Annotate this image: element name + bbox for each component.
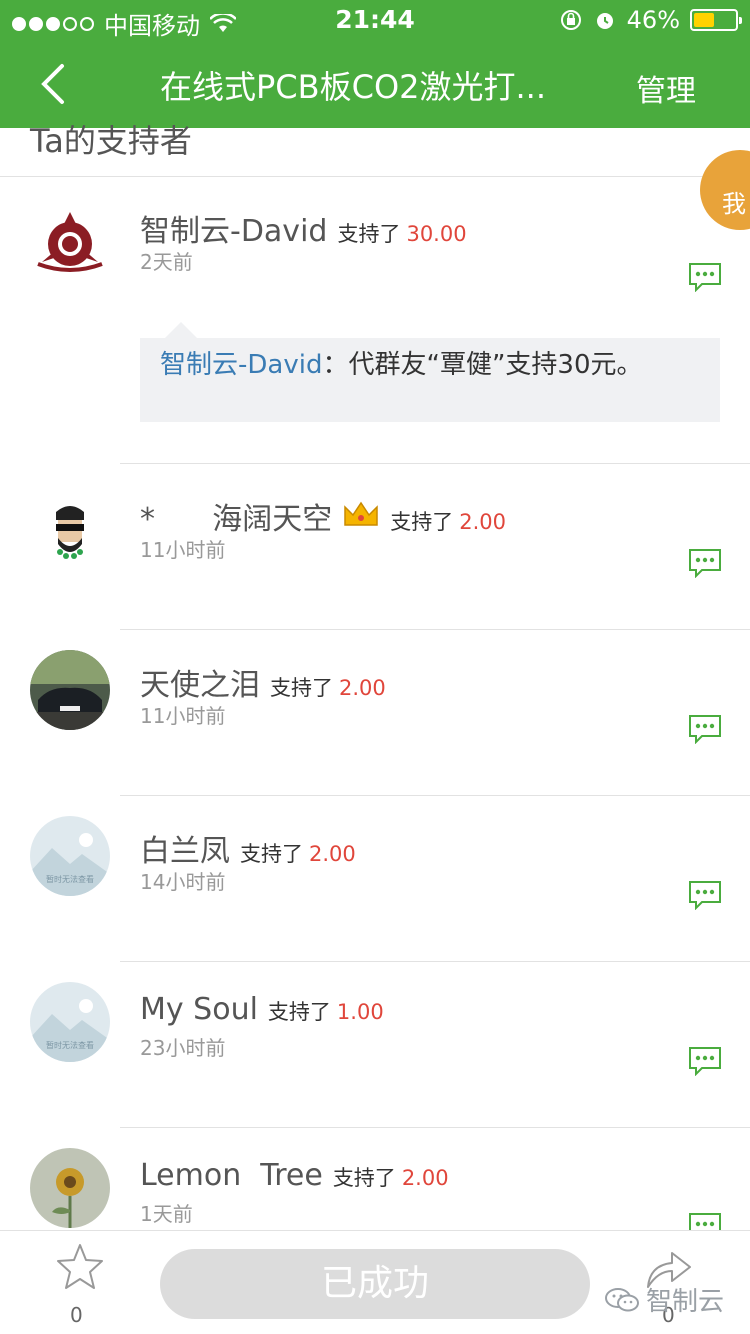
support-amount: 2.00 — [459, 510, 506, 534]
supporters-section-title: Ta的支持者 — [30, 122, 192, 160]
reply-box: 智制云-David：代群友“覃健”支持30元。 — [140, 338, 720, 422]
support-time: 23小时前 — [140, 1036, 226, 1060]
alarm-icon — [596, 13, 613, 29]
support-label: 支持了 — [270, 676, 333, 700]
battery-percent: 46% — [626, 6, 680, 34]
support-label: 支持了 — [332, 1166, 396, 1190]
supporter-row: 暂时无法查看 白兰凤 支持了 2.00 14小时前 — [0, 796, 750, 962]
nav-bar: 在线式PCB板CO2激光打... 管理 — [0, 40, 750, 128]
support-amount: 30.00 — [406, 222, 467, 246]
avatar[interactable]: 暂时无法查看 — [30, 982, 110, 1062]
supporter-row: * 海阔天空 支持了 2.00 11小时前 — [0, 464, 750, 630]
supporter-name[interactable]: 白兰凤 — [140, 826, 230, 870]
supporter-name-line: My Soul 支持了 1.00 — [140, 992, 384, 1027]
avatar[interactable] — [30, 494, 110, 574]
bottom-bar: 0 已成功 0 智制云 — [0, 1230, 750, 1334]
supporter-name-line: 智制云-David 支持了 30.00 — [140, 206, 467, 250]
comment-icon[interactable] — [688, 880, 722, 910]
support-label: 支持了 — [337, 222, 401, 246]
status-bar: 中国移动 21:44 46% — [0, 0, 750, 40]
supporter-name-line: * 海阔天空 支持了 2.00 — [140, 494, 506, 538]
wechat-icon — [605, 1287, 639, 1311]
support-time: 11小时前 — [140, 704, 226, 728]
supporter-name[interactable]: 天使之泪 — [140, 660, 260, 704]
supporter-name[interactable]: Lemon Tree — [140, 1158, 323, 1193]
watermark: 智制云 — [604, 1281, 724, 1318]
star-icon[interactable] — [54, 1241, 106, 1293]
supporter-name[interactable]: My Soul — [140, 992, 258, 1027]
reply-arrow — [165, 322, 197, 338]
comment-icon[interactable] — [688, 1046, 722, 1076]
page-title: 在线式PCB板CO2激光打... — [160, 68, 547, 106]
avatar[interactable] — [30, 204, 110, 284]
comment-icon[interactable] — [688, 262, 722, 292]
comment-icon[interactable] — [688, 548, 722, 578]
crown-icon — [344, 501, 378, 526]
reply-author[interactable]: 智制云-David — [160, 350, 322, 380]
supporter-name-line: 白兰凤 支持了 2.00 — [140, 826, 356, 870]
supporter-name[interactable]: * 海阔天空 — [140, 494, 332, 538]
support-time: 1天前 — [140, 1202, 193, 1226]
supporter-name[interactable]: 智制云-David — [140, 206, 327, 250]
support-time: 14小时前 — [140, 870, 226, 894]
support-amount: 2.00 — [339, 676, 386, 700]
back-icon[interactable] — [30, 58, 80, 110]
support-amount: 1.00 — [336, 1000, 384, 1024]
placeholder-caption: 暂时无法查看 — [46, 1040, 94, 1050]
placeholder-caption: 暂时无法查看 — [46, 874, 94, 884]
support-time: 11小时前 — [140, 538, 226, 562]
support-label: 支持了 — [240, 842, 303, 866]
comment-icon[interactable] — [688, 1212, 722, 1230]
supporter-row: Lemon Tree 支持了 2.00 1天前 — [0, 1128, 750, 1230]
manage-button[interactable]: 管理 — [636, 66, 696, 110]
watermark-text: 智制云 — [646, 1287, 725, 1317]
favorite-count: 0 — [70, 1303, 83, 1327]
reply-text: 代群友“覃健”支持30元。 — [348, 350, 643, 380]
avatar[interactable] — [30, 650, 110, 730]
avatar[interactable]: 暂时无法查看 — [30, 816, 110, 896]
rotation-lock-icon — [560, 10, 581, 30]
supporter-name-line: Lemon Tree 支持了 2.00 — [140, 1158, 449, 1193]
supporter-name-line: 天使之泪 支持了 2.00 — [140, 660, 386, 704]
avatar[interactable] — [30, 1148, 110, 1228]
support-label: 支持了 — [390, 510, 454, 534]
support-amount: 2.00 — [309, 842, 356, 866]
supporter-row: 天使之泪 支持了 2.00 11小时前 — [0, 630, 750, 796]
status-right: 46% — [559, 6, 742, 34]
supporter-row: 暂时无法查看 My Soul 支持了 1.00 23小时前 — [0, 962, 750, 1128]
status-button[interactable]: 已成功 — [160, 1249, 590, 1319]
battery-icon — [690, 9, 742, 31]
reply-separator: ： — [322, 350, 349, 380]
support-label: 支持了 — [267, 1000, 331, 1024]
support-amount: 2.00 — [401, 1166, 449, 1190]
comment-icon[interactable] — [688, 714, 722, 744]
support-time: 2天前 — [140, 250, 193, 274]
